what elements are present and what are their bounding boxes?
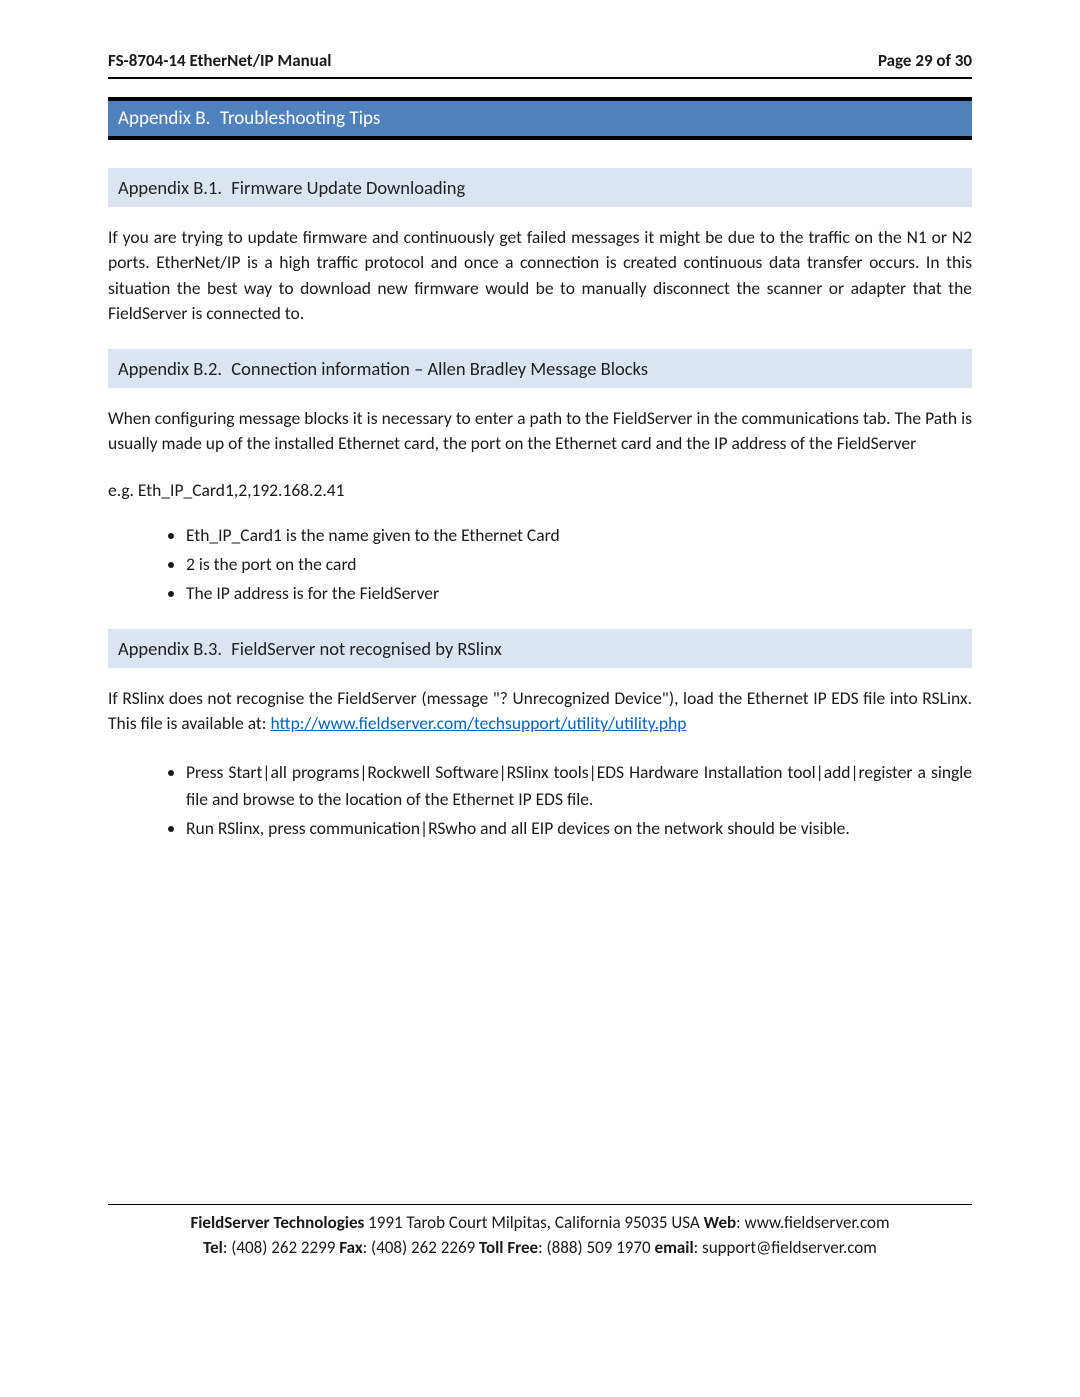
footer-fax-label: Fax <box>339 1237 362 1258</box>
page-number: Page 29 of 30 <box>878 50 972 71</box>
footer-rule <box>108 1204 972 1205</box>
list-item: Run RSlinx, press communication|RSwho an… <box>186 815 972 842</box>
footer-email: : support@fieldserver.com <box>694 1237 877 1258</box>
section-b2-paragraph-1: When configuring message blocks it is ne… <box>108 406 972 457</box>
appendix-b-title: Appendix B. Troubleshooting Tips <box>108 97 972 140</box>
page-header: FS-8704-14 EtherNet/IP Manual Page 29 of… <box>108 50 972 77</box>
footer-web-label: Web <box>704 1212 736 1233</box>
footer-line-2: Tel: (408) 262 2299 Fax: (408) 262 2269 … <box>108 1236 972 1261</box>
list-item: The IP address is for the FieldServer <box>186 580 972 607</box>
section-b3-paragraph: If RSlinx does not recognise the FieldSe… <box>108 686 972 737</box>
section-b1-paragraph: If you are trying to update firmware and… <box>108 225 972 327</box>
footer-fax: : (408) 262 2269 <box>363 1237 479 1258</box>
section-b1-heading: Appendix B.1. Firmware Update Downloadin… <box>108 168 972 207</box>
footer-tollfree: : (888) 509 1970 <box>538 1237 654 1258</box>
section-b2-bullets: Eth_IP_Card1 is the name given to the Et… <box>108 522 972 607</box>
page-footer: FieldServer Technologies 1991 Tarob Cour… <box>108 1211 972 1260</box>
page: FS-8704-14 EtherNet/IP Manual Page 29 of… <box>0 0 1080 1300</box>
eds-utility-link[interactable]: http://www.fieldserver.com/techsupport/u… <box>270 712 686 734</box>
spacer <box>108 864 972 1204</box>
section-b3-heading: Appendix B.3. FieldServer not recognised… <box>108 629 972 668</box>
section-b3-bullets: Press Start|all programs|Rockwell Softwa… <box>108 759 972 842</box>
footer-web: : www.fieldserver.com <box>736 1212 889 1233</box>
header-rule <box>108 77 972 79</box>
doc-title: FS-8704-14 EtherNet/IP Manual <box>108 50 331 71</box>
list-item: 2 is the port on the card <box>186 551 972 578</box>
list-item: Eth_IP_Card1 is the name given to the Et… <box>186 522 972 549</box>
list-item: Press Start|all programs|Rockwell Softwa… <box>186 759 972 813</box>
footer-tel: : (408) 262 2299 <box>223 1237 339 1258</box>
footer-tel-label: Tel <box>203 1237 223 1258</box>
footer-address: 1991 Tarob Court Milpitas, California 95… <box>364 1212 703 1233</box>
footer-email-label: email <box>655 1237 694 1258</box>
footer-line-1: FieldServer Technologies 1991 Tarob Cour… <box>108 1211 972 1236</box>
footer-company: FieldServer Technologies <box>190 1212 364 1233</box>
section-b2-example: e.g. Eth_IP_Card1,2,192.168.2.41 <box>108 478 972 503</box>
section-b2-heading: Appendix B.2. Connection information – A… <box>108 349 972 388</box>
footer-tollfree-label: Toll Free <box>479 1237 538 1258</box>
